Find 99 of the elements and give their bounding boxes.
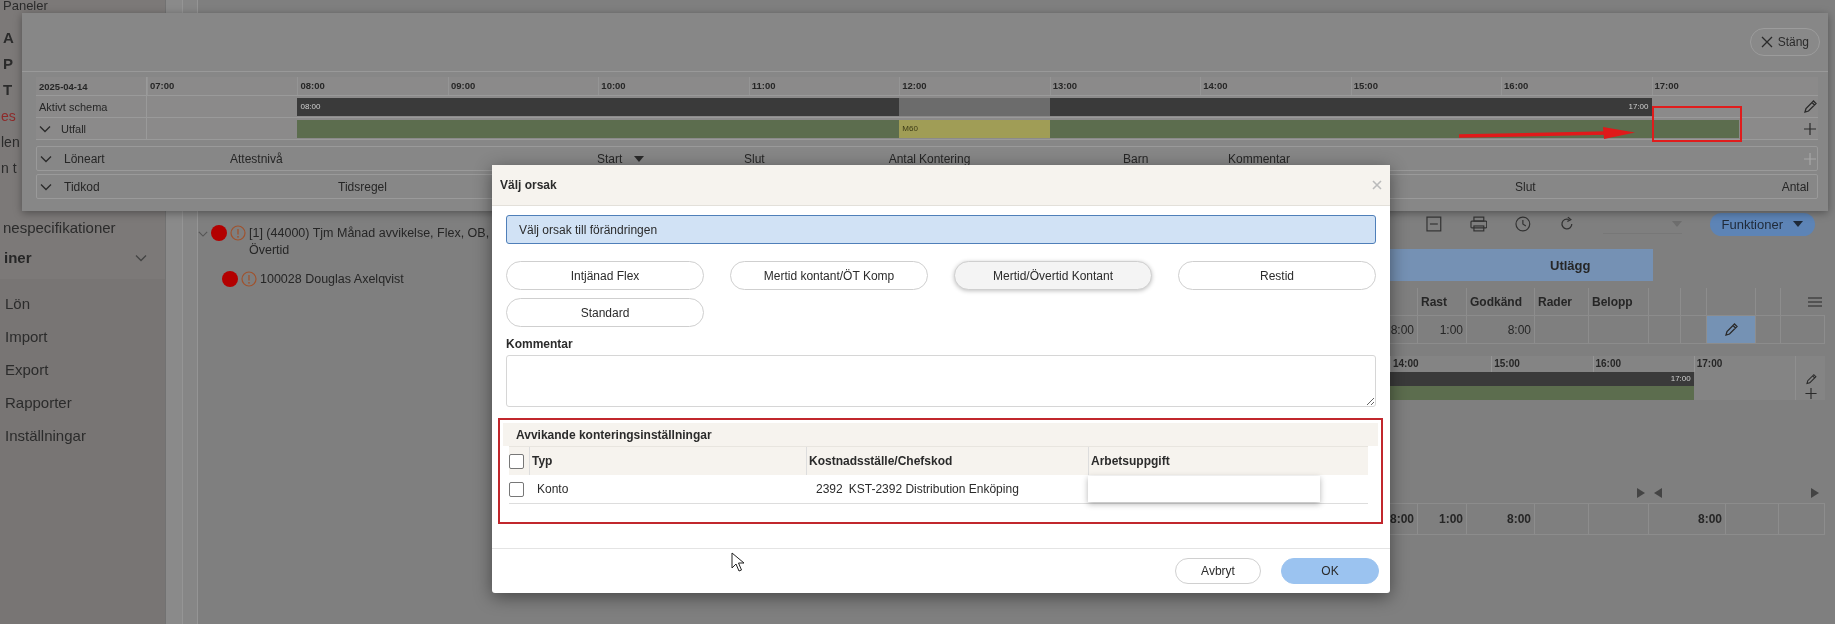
column-header[interactable]: Godkänd	[1467, 288, 1535, 315]
column-header[interactable]: Slut	[1512, 175, 1779, 198]
close-icon[interactable]	[1372, 180, 1382, 190]
reason-button[interactable]: Mertid/Övertid Kontant	[954, 261, 1152, 290]
column-header[interactable]: Start	[594, 147, 741, 170]
close-icon	[1760, 36, 1773, 48]
minus-box-icon[interactable]	[1426, 216, 1442, 232]
plus-icon[interactable]	[1803, 121, 1817, 136]
hour-label: 09:00	[447, 77, 599, 95]
hour-label: 14:00	[1200, 77, 1351, 95]
column-header[interactable]: Rader	[1535, 288, 1589, 315]
status-dot-icon	[211, 225, 227, 241]
column-header[interactable]: Arbetsuppgift	[1088, 447, 1368, 475]
table-cell: 1:00	[1418, 316, 1467, 343]
chevron-down-icon[interactable]	[40, 182, 52, 191]
hour-label: 16:00	[1501, 77, 1652, 95]
column-header[interactable]: Belopp	[1589, 288, 1649, 315]
checkbox[interactable]	[509, 481, 524, 497]
row-label: Utfall	[61, 122, 87, 135]
caret-down-icon	[1793, 221, 1803, 227]
comment-field[interactable]	[506, 355, 1376, 407]
tree-item[interactable]: [1] (44000) Tjm Månad avvikelse, Flex, OB, Övertid	[249, 225, 490, 259]
close-button[interactable]: Stäng	[1749, 28, 1820, 56]
alert-icon	[230, 225, 246, 241]
column-header[interactable]: Kostnadsställe/Chefskod	[806, 447, 1088, 475]
absence-bar: M60	[899, 120, 1050, 138]
reason-button[interactable]: Restid	[1178, 261, 1376, 290]
sidebar-item[interactable]: Rapporter	[0, 386, 72, 419]
hour-label: 13:00	[1049, 77, 1201, 95]
column-header[interactable]: Attestnivå	[227, 147, 594, 170]
hour-label: 12:00	[899, 77, 1050, 95]
schedule-bar: 08:00	[297, 98, 900, 116]
cancel-button[interactable]: Avbryt	[1175, 558, 1261, 584]
dialog-title: Välj orsak	[500, 178, 557, 192]
mouse-pointer-icon	[731, 552, 745, 572]
menu-icon[interactable]	[1808, 296, 1822, 307]
total-cell: 8:00	[1467, 504, 1535, 534]
scroll-right-icon[interactable]	[1637, 488, 1645, 498]
printer-icon[interactable]	[1469, 216, 1488, 232]
status-dot-icon	[222, 271, 238, 287]
sidebar-item[interactable]: n t	[0, 155, 17, 181]
input-field[interactable]	[1088, 476, 1320, 502]
column-header[interactable]: Antal	[1778, 175, 1817, 198]
sidebar-group-label[interactable]: iner	[4, 241, 32, 275]
info-banner: Välj orsak till förändringen	[506, 215, 1376, 244]
sidebar-item[interactable]: Paneler	[0, 0, 48, 12]
chevron-down-icon[interactable]	[40, 154, 52, 163]
checkbox[interactable]	[509, 453, 524, 469]
sidebar-item[interactable]: len	[0, 129, 20, 155]
sidebar-item[interactable]: P	[0, 51, 13, 77]
sidebar-item[interactable]: nespecifikationer	[0, 215, 116, 241]
section-label[interactable]: Tidkod	[64, 179, 100, 194]
pencil-icon[interactable]	[1802, 98, 1818, 115]
schedule-bar: 17:00	[1049, 98, 1652, 116]
sidebar-item[interactable]: Lön	[0, 287, 31, 320]
schedule-bar: 17:00	[1390, 372, 1694, 386]
hour-label: 07:00	[147, 77, 298, 95]
section-label[interactable]: Löneart	[64, 151, 105, 166]
date-label: 2025-04-14	[36, 77, 147, 95]
hour-label: 11:00	[748, 77, 900, 95]
alert-icon	[241, 271, 257, 287]
total-cell: 8:00	[1649, 504, 1726, 534]
reason-button[interactable]: Standard	[506, 298, 704, 327]
sidebar-item[interactable]: Import	[0, 320, 48, 353]
clock-icon[interactable]	[1515, 216, 1532, 232]
sidebar-item[interactable]: T	[0, 77, 13, 103]
caret-down-icon	[634, 155, 645, 162]
column-header[interactable]: Rast	[1418, 288, 1467, 315]
scroll-right-icon[interactable]	[1811, 488, 1819, 498]
refresh-icon[interactable]	[1559, 216, 1575, 232]
hour-label: 17:00	[1651, 77, 1802, 95]
chevron-down-icon[interactable]	[198, 230, 208, 238]
sidebar-item[interactable]: Export	[0, 353, 49, 386]
tree-item[interactable]: 100028 Douglas Axelqvist	[260, 271, 490, 288]
table-cell: KST-2392 Distribution Enköping	[848, 482, 1019, 496]
hour-label: 10:00	[598, 77, 749, 95]
field-label: Kommentar	[506, 337, 574, 351]
reason-button[interactable]: Mertid kontant/ÖT Komp	[730, 261, 928, 290]
row-label: Aktivt schema	[39, 100, 108, 113]
edit-cell[interactable]	[1707, 316, 1756, 343]
pencil-icon[interactable]	[1723, 321, 1739, 338]
hour-label: 15:00	[1350, 77, 1502, 95]
chevron-down-icon[interactable]	[135, 254, 147, 262]
functions-button[interactable]: Funktioner	[1709, 212, 1815, 236]
ok-button[interactable]: OK	[1281, 558, 1379, 584]
sidebar-item[interactable]: A	[0, 25, 14, 51]
reason-button[interactable]: Intjänad Flex	[506, 261, 704, 290]
hour-label: 08:00	[297, 77, 448, 95]
group-header: Utlägg	[1550, 257, 1591, 273]
section-title: Avvikande konteringsinställningar	[503, 423, 1378, 446]
total-cell: 1:00	[1418, 504, 1467, 534]
sidebar-item[interactable]: Inställningar	[0, 419, 86, 452]
table-cell: 8:00	[1467, 316, 1535, 343]
column-header[interactable]: Typ	[529, 447, 806, 475]
table-cell-text: Konto	[536, 481, 570, 498]
chevron-down-icon[interactable]	[39, 124, 51, 133]
table-cell: 2392	[816, 482, 843, 496]
scroll-left-icon[interactable]	[1654, 488, 1662, 498]
plus-icon[interactable]	[1803, 386, 1818, 400]
